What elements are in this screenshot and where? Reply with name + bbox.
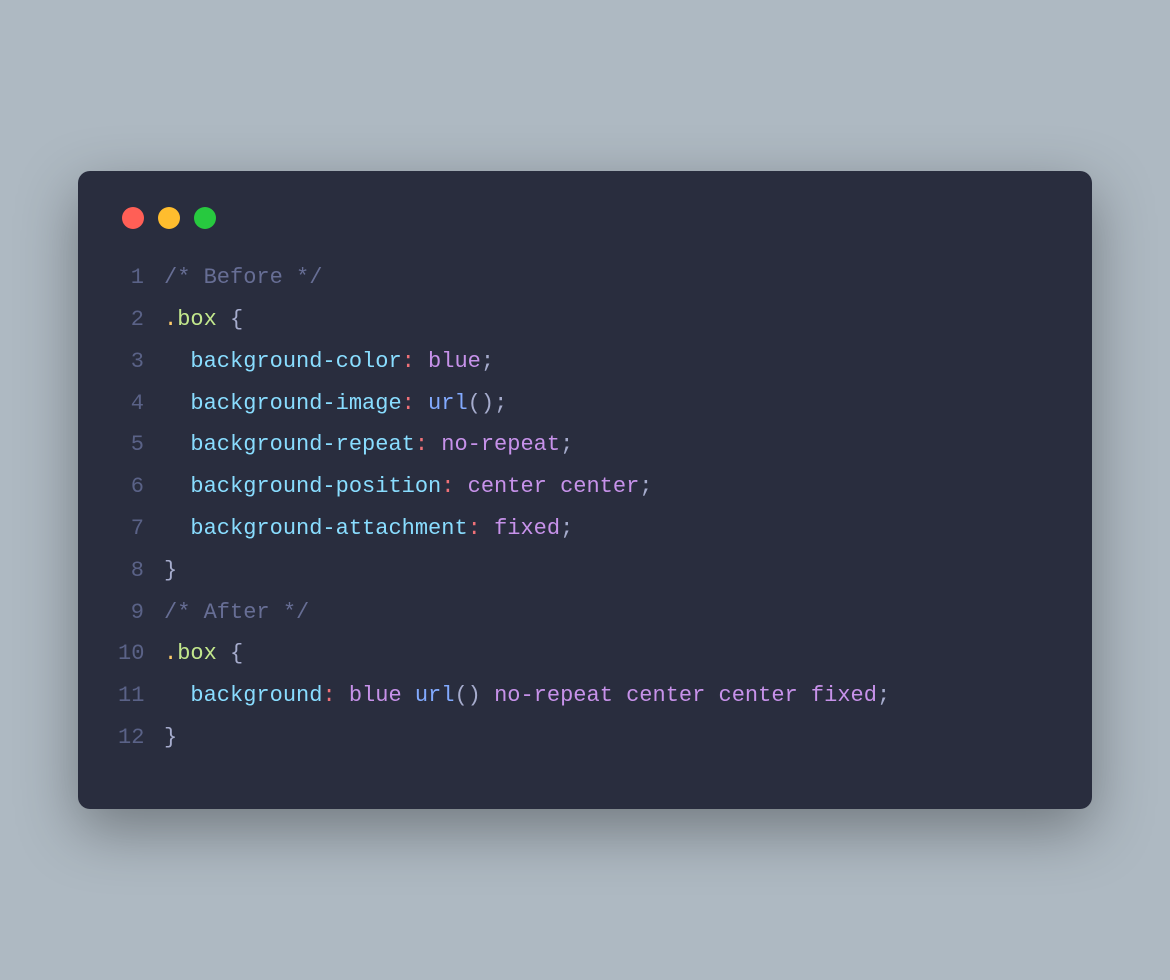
code-token [217, 641, 230, 666]
code-token [164, 474, 190, 499]
code-token [164, 349, 190, 374]
code-line: 12} [118, 717, 1052, 759]
line-content: } [164, 550, 1052, 592]
code-token: : [402, 391, 415, 416]
code-token: background-position [190, 474, 441, 499]
line-content: background-image: url(); [164, 383, 1052, 425]
code-token: center center [468, 474, 640, 499]
code-token [415, 391, 428, 416]
code-token: { [230, 641, 243, 666]
code-token: box [177, 307, 217, 332]
code-token: ; [639, 474, 652, 499]
minimize-icon[interactable] [158, 207, 180, 229]
line-number: 9 [118, 592, 164, 634]
code-token: url [428, 391, 468, 416]
line-number: 8 [118, 550, 164, 592]
code-line: 10.box { [118, 633, 1052, 675]
line-number: 2 [118, 299, 164, 341]
line-number: 1 [118, 257, 164, 299]
code-line: 2.box { [118, 299, 1052, 341]
code-token: } [164, 725, 177, 750]
code-token: background-attachment [190, 516, 467, 541]
code-line: 5 background-repeat: no-repeat; [118, 424, 1052, 466]
code-token [164, 432, 190, 457]
close-icon[interactable] [122, 207, 144, 229]
code-token: background-image [190, 391, 401, 416]
window-titlebar [118, 201, 1052, 257]
code-token: : [415, 432, 428, 457]
code-line: 3 background-color: blue; [118, 341, 1052, 383]
code-line: 4 background-image: url(); [118, 383, 1052, 425]
line-content: background-position: center center; [164, 466, 1052, 508]
line-content: background-color: blue; [164, 341, 1052, 383]
code-token: ; [494, 391, 507, 416]
code-token: fixed [494, 516, 560, 541]
code-token: ; [560, 516, 573, 541]
line-content: background-attachment: fixed; [164, 508, 1052, 550]
line-content: .box { [164, 633, 1052, 675]
code-token: : [468, 516, 481, 541]
code-editor[interactable]: 1/* Before */2.box {3 background-color: … [118, 257, 1052, 759]
code-line: 9/* After */ [118, 592, 1052, 634]
code-token: : [402, 349, 415, 374]
line-number: 11 [118, 675, 164, 717]
code-token [481, 683, 494, 708]
code-token: blue [428, 349, 481, 374]
code-token: /* Before */ [164, 265, 322, 290]
code-token: . [164, 307, 177, 332]
line-number: 3 [118, 341, 164, 383]
code-token: no-repeat center center fixed [494, 683, 877, 708]
code-token [402, 683, 415, 708]
code-token: ) [481, 391, 494, 416]
code-token: : [322, 683, 335, 708]
code-token: ( [468, 391, 481, 416]
code-token: background-color [190, 349, 401, 374]
line-number: 7 [118, 508, 164, 550]
line-content: /* Before */ [164, 257, 1052, 299]
code-token: background-repeat [190, 432, 414, 457]
code-token [217, 307, 230, 332]
code-token: ( [454, 683, 467, 708]
code-token: . [164, 641, 177, 666]
code-token [415, 349, 428, 374]
line-content: /* After */ [164, 592, 1052, 634]
line-number: 5 [118, 424, 164, 466]
code-token [164, 516, 190, 541]
code-token: ; [877, 683, 890, 708]
code-token: blue [349, 683, 402, 708]
code-token [454, 474, 467, 499]
code-token: /* After */ [164, 600, 309, 625]
code-token: { [230, 307, 243, 332]
code-token [164, 391, 190, 416]
code-token: : [441, 474, 454, 499]
line-content: } [164, 717, 1052, 759]
maximize-icon[interactable] [194, 207, 216, 229]
line-content: .box { [164, 299, 1052, 341]
code-token [481, 516, 494, 541]
code-token [336, 683, 349, 708]
code-window: 1/* Before */2.box {3 background-color: … [78, 171, 1092, 809]
line-number: 12 [118, 717, 164, 759]
line-content: background-repeat: no-repeat; [164, 424, 1052, 466]
code-token: background [190, 683, 322, 708]
code-token: url [415, 683, 455, 708]
code-token [164, 683, 190, 708]
line-number: 4 [118, 383, 164, 425]
code-line: 11 background: blue url() no-repeat cent… [118, 675, 1052, 717]
code-line: 1/* Before */ [118, 257, 1052, 299]
code-token: no-repeat [441, 432, 560, 457]
code-token: ; [481, 349, 494, 374]
code-token: box [177, 641, 217, 666]
line-content: background: blue url() no-repeat center … [164, 675, 1052, 717]
code-token [428, 432, 441, 457]
code-token: ) [468, 683, 481, 708]
code-token: ; [560, 432, 573, 457]
code-line: 7 background-attachment: fixed; [118, 508, 1052, 550]
line-number: 10 [118, 633, 164, 675]
line-number: 6 [118, 466, 164, 508]
code-line: 6 background-position: center center; [118, 466, 1052, 508]
code-line: 8} [118, 550, 1052, 592]
code-token: } [164, 558, 177, 583]
